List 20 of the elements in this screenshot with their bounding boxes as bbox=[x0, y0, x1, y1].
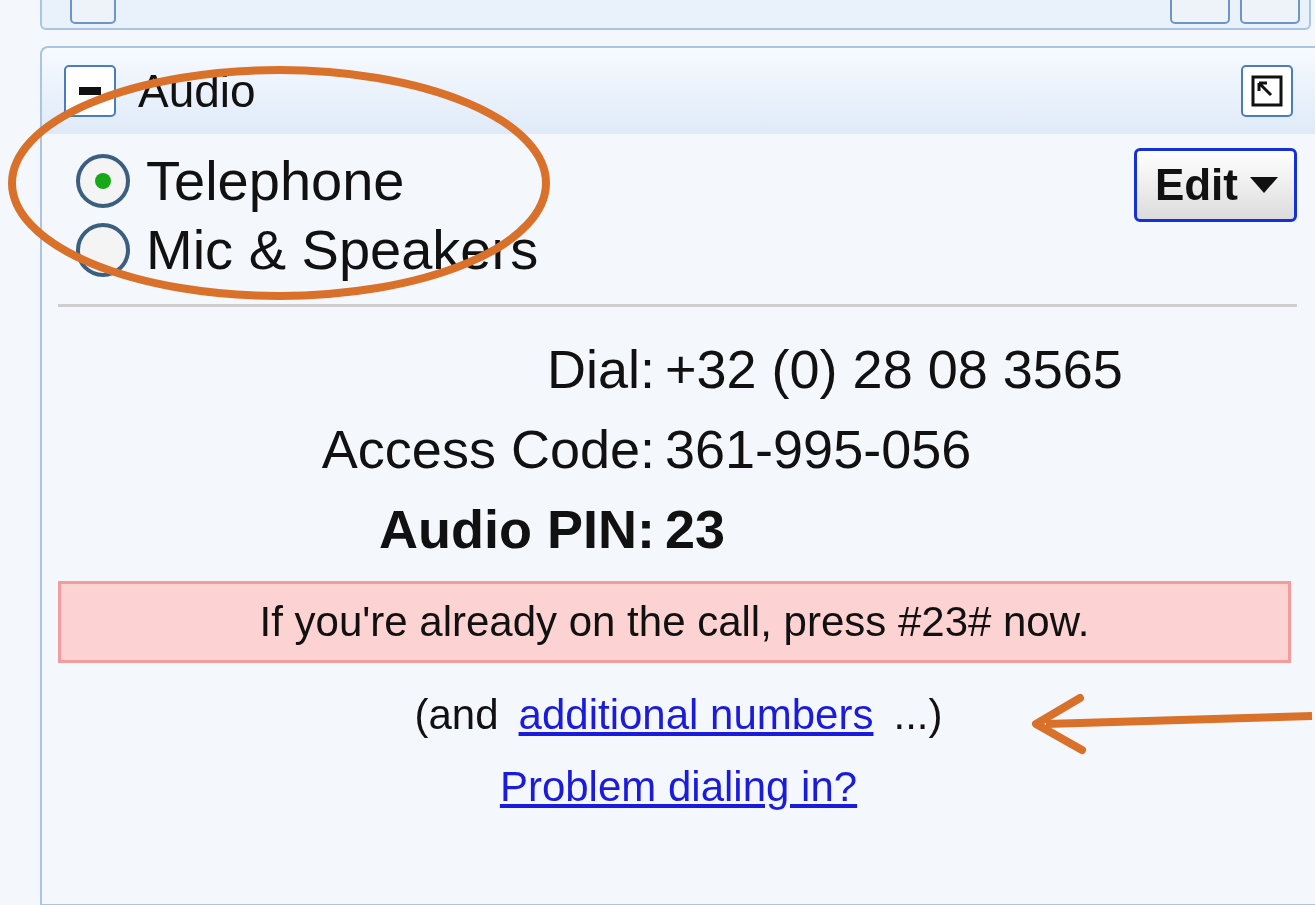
minus-icon bbox=[79, 87, 101, 95]
additional-numbers-link[interactable]: additional numbers bbox=[518, 691, 874, 739]
info-value: 23 bbox=[664, 498, 727, 561]
popout-icon bbox=[1251, 75, 1283, 107]
notice-banner: If you're already on the call, press #23# now. bbox=[58, 581, 1291, 663]
popout-button[interactable] bbox=[1241, 65, 1293, 117]
panel-button[interactable] bbox=[1240, 0, 1300, 24]
additional-text: (and bbox=[414, 691, 499, 739]
radio-option[interactable]: Telephone bbox=[74, 148, 539, 213]
panel-button[interactable] bbox=[70, 0, 116, 24]
info-label: Dial: bbox=[545, 338, 655, 401]
edit-button[interactable]: Edit bbox=[1133, 148, 1297, 222]
info-label: Audio PIN: bbox=[378, 498, 655, 561]
additional-text: ...) bbox=[893, 691, 943, 739]
problem-dialing-link[interactable]: Problem dialing in? bbox=[499, 763, 858, 811]
info-value: 361-995-056 bbox=[664, 418, 973, 481]
caret-icon bbox=[1250, 177, 1278, 193]
panel-button[interactable] bbox=[1170, 0, 1230, 24]
info-value: +32 (0) 28 08 3565 bbox=[664, 338, 1124, 401]
info-label: Access Code: bbox=[320, 418, 655, 481]
